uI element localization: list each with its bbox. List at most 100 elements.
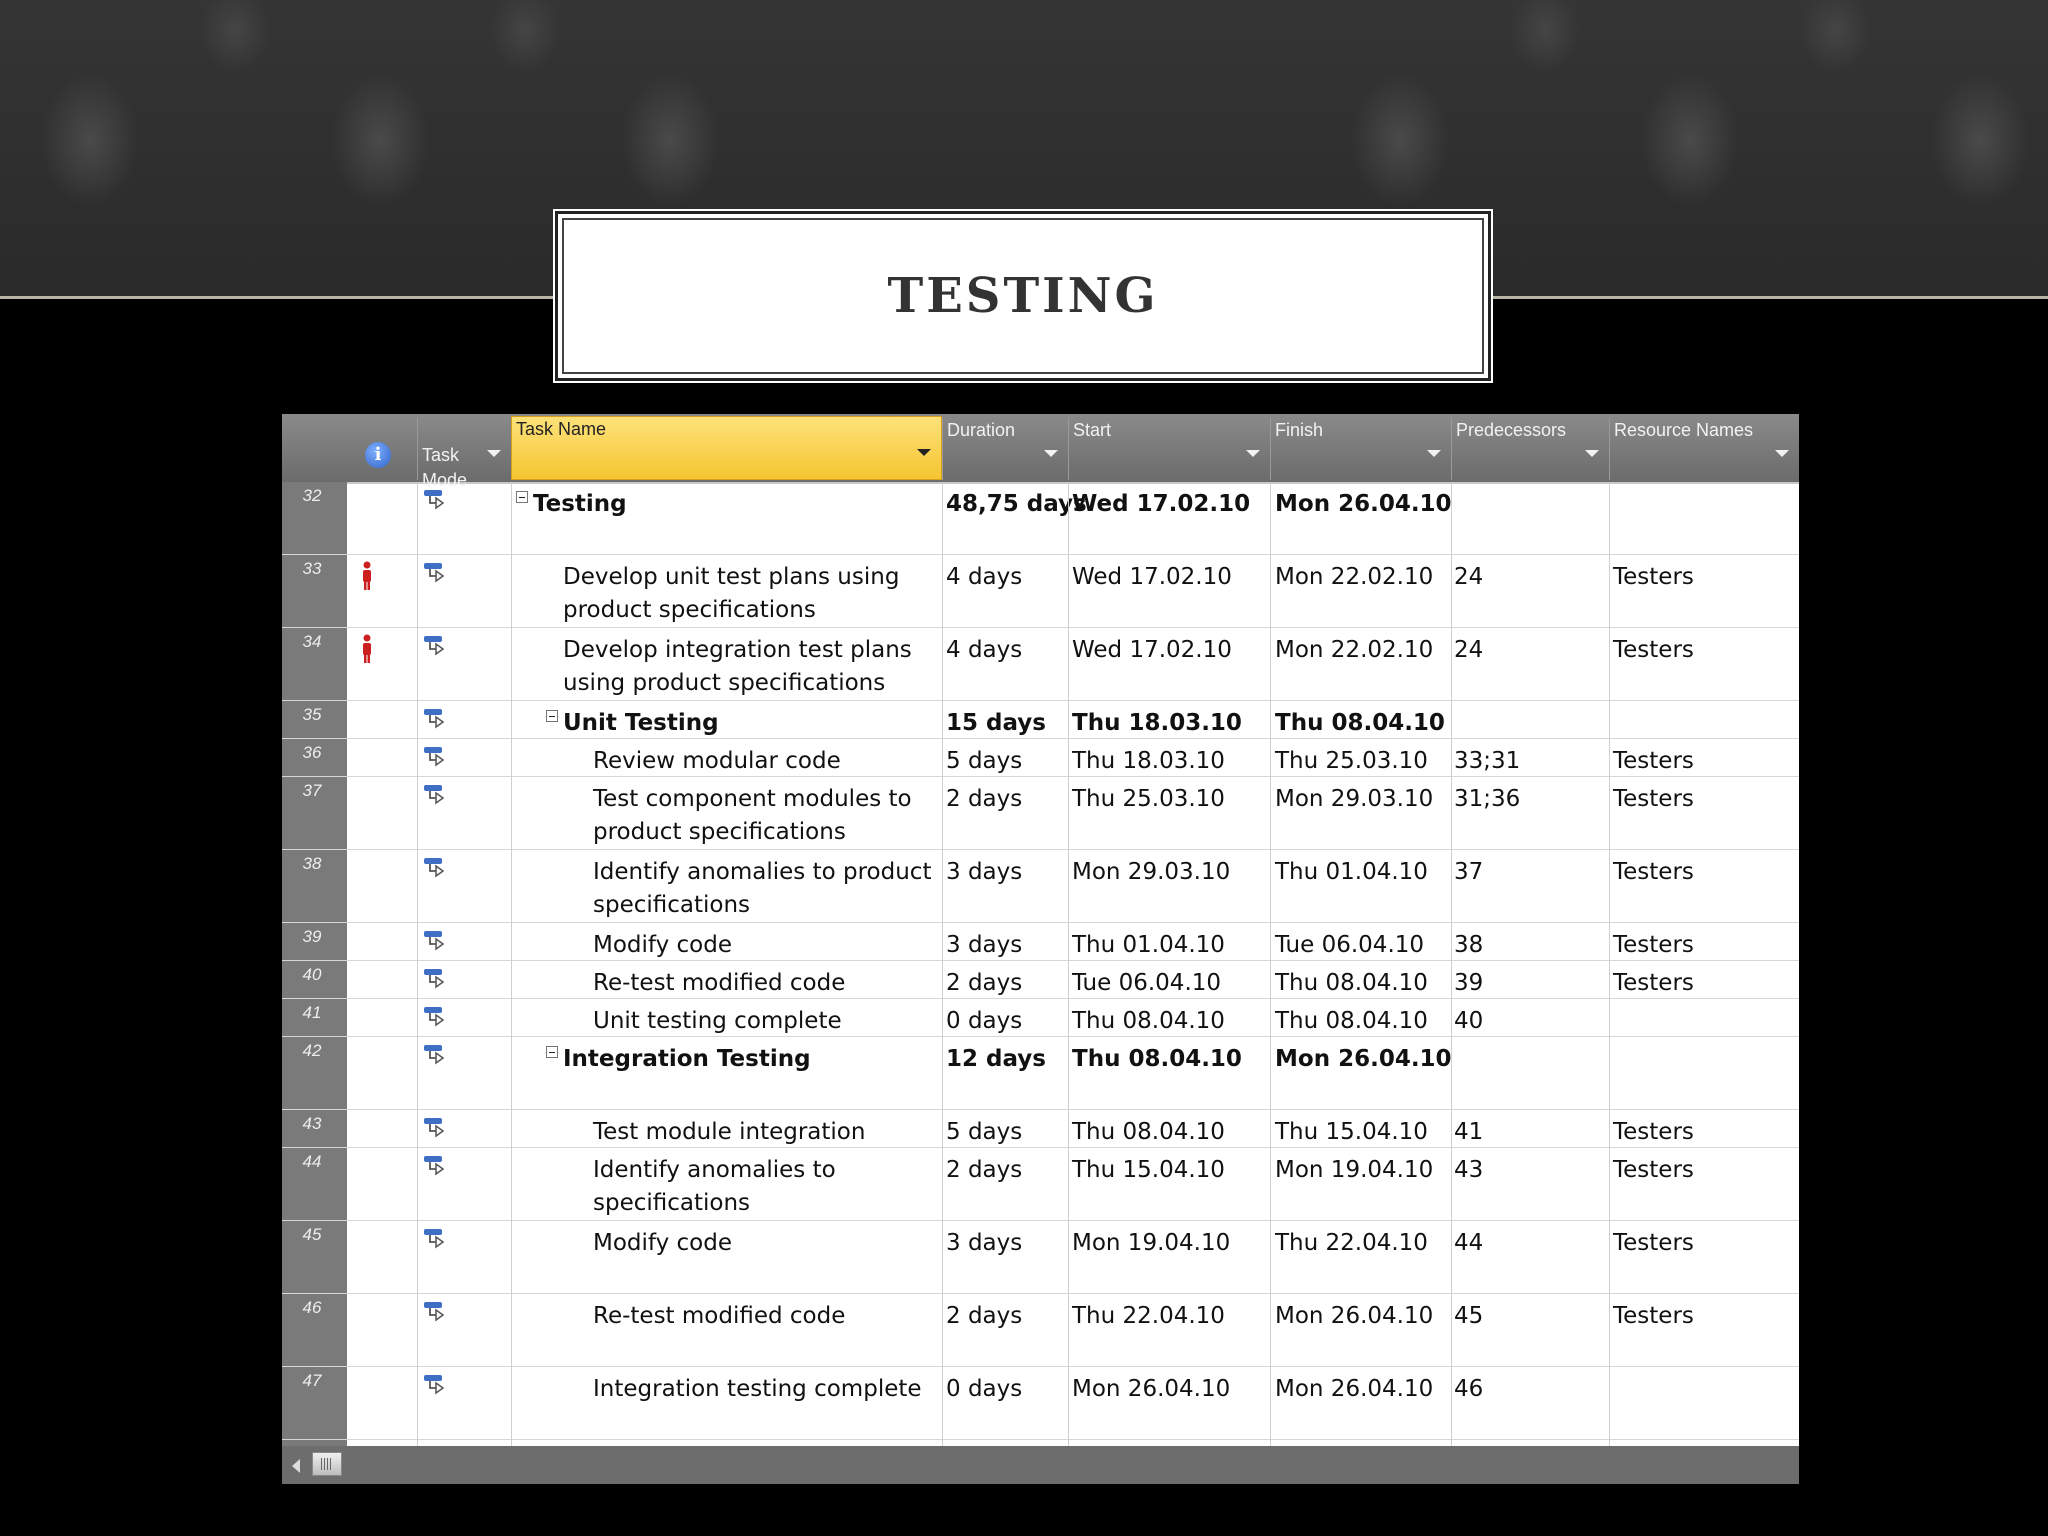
table-row[interactable]: 43 Test module integration 5 days Thu 08.04… bbox=[282, 1110, 1799, 1148]
auto-scheduled-task-icon bbox=[424, 785, 445, 805]
task-name: Identify anomalies to product specificat… bbox=[593, 859, 932, 918]
row-number[interactable]: 47 bbox=[282, 1371, 342, 1391]
table-row[interactable]: 32 Testing 48,75 days Wed 17.02.10 Mon 26.04… bbox=[282, 482, 1799, 555]
row-number[interactable]: 40 bbox=[282, 965, 342, 985]
row-number[interactable]: 38 bbox=[282, 854, 342, 874]
task-finish: Mon 26.04.10 bbox=[1275, 491, 1452, 517]
task-duration: 5 days bbox=[946, 1119, 1023, 1145]
task-name: Develop unit test plans using product sp… bbox=[563, 564, 900, 623]
task-finish: Thu 08.04.10 bbox=[1275, 1008, 1428, 1034]
dropdown-arrow-icon[interactable] bbox=[1427, 450, 1441, 457]
table-row[interactable]: 41 Unit testing complete 0 days Thu 08.04.1… bbox=[282, 999, 1799, 1037]
dropdown-arrow-icon[interactable] bbox=[1246, 450, 1260, 457]
table-row[interactable]: 38 Identify anomalies to product specific… bbox=[282, 850, 1799, 923]
task-predecessors: 39 bbox=[1454, 970, 1484, 996]
person-indicator-icon[interactable] bbox=[360, 561, 374, 591]
task-start: Wed 17.02.10 bbox=[1072, 491, 1251, 517]
table-row[interactable]: 45 Modify code 3 days Mon 19.04.10 Thu 22.04… bbox=[282, 1221, 1799, 1294]
table-header: i Task Mode Task Name Duration Start Fin… bbox=[282, 414, 1799, 490]
dropdown-arrow-icon[interactable] bbox=[917, 449, 931, 456]
row-number[interactable]: 43 bbox=[282, 1114, 342, 1134]
row-number[interactable]: 34 bbox=[282, 632, 342, 652]
table-row[interactable]: 47 Integration testing complete 0 days Mon … bbox=[282, 1367, 1799, 1440]
table-row[interactable]: 33 Develop unit test plans using product … bbox=[282, 555, 1799, 628]
task-name: Test component modules to product specif… bbox=[593, 786, 912, 845]
task-start: Thu 18.03.10 bbox=[1072, 748, 1225, 774]
dropdown-arrow-icon[interactable] bbox=[1044, 450, 1058, 457]
task-duration: 0 days bbox=[946, 1008, 1023, 1034]
task-name: Integration Testing bbox=[563, 1046, 811, 1072]
task-duration: 3 days bbox=[946, 932, 1023, 958]
person-indicator-icon[interactable] bbox=[360, 634, 374, 664]
table-row[interactable]: 39 Modify code 3 days Thu 01.04.10 Tue 06.04… bbox=[282, 923, 1799, 961]
task-finish: Thu 22.04.10 bbox=[1275, 1230, 1428, 1256]
task-finish: Mon 26.04.10 bbox=[1275, 1376, 1434, 1402]
dropdown-arrow-icon[interactable] bbox=[1775, 450, 1789, 457]
task-finish: Mon 22.02.10 bbox=[1275, 637, 1434, 663]
task-name: Re-test modified code bbox=[593, 970, 846, 996]
auto-scheduled-task-icon bbox=[424, 1229, 445, 1249]
task-resources: Testers bbox=[1613, 786, 1694, 812]
table-row[interactable]: 44 Identify anomalies to specifications 2 … bbox=[282, 1148, 1799, 1221]
row-number[interactable]: 41 bbox=[282, 1003, 342, 1023]
table-row[interactable]: 42 Integration Testing 12 days Thu 08.04.10… bbox=[282, 1037, 1799, 1110]
row-number[interactable]: 32 bbox=[282, 486, 342, 506]
info-icon: i bbox=[365, 442, 391, 468]
task-resources: Testers bbox=[1613, 970, 1694, 996]
row-number[interactable]: 36 bbox=[282, 743, 342, 763]
slide-title: TESTING bbox=[887, 268, 1159, 324]
collapse-minus-icon[interactable] bbox=[546, 710, 558, 722]
dropdown-arrow-icon[interactable] bbox=[487, 450, 501, 457]
column-header-label: Finish bbox=[1275, 420, 1324, 440]
table-row[interactable]: 35 Unit Testing 15 days Thu 18.03.10 Thu 08.… bbox=[282, 701, 1799, 739]
row-number[interactable]: 46 bbox=[282, 1298, 342, 1318]
task-finish: Mon 26.04.10 bbox=[1275, 1046, 1452, 1072]
row-number[interactable]: 37 bbox=[282, 781, 342, 801]
row-number[interactable]: 42 bbox=[282, 1041, 342, 1061]
auto-scheduled-task-icon bbox=[424, 636, 445, 656]
collapse-minus-icon[interactable] bbox=[546, 1046, 558, 1058]
row-number[interactable]: 39 bbox=[282, 927, 342, 947]
table-row[interactable]: 40 Re-test modified code 2 days Tue 06.04.1… bbox=[282, 961, 1799, 999]
table-row[interactable]: 37 Test component modules to product spec… bbox=[282, 777, 1799, 850]
task-name: Modify code bbox=[593, 1230, 732, 1256]
gantt-table: i Task Mode Task Name Duration Start Fin… bbox=[282, 414, 1799, 1484]
table-row[interactable]: 46 Re-test modified code 2 days Thu 22.04.1… bbox=[282, 1294, 1799, 1367]
task-duration: 2 days bbox=[946, 1157, 1023, 1183]
table-row[interactable]: 34 Develop integration test plans using p… bbox=[282, 628, 1799, 701]
row-number[interactable]: 44 bbox=[282, 1152, 342, 1172]
task-finish: Tue 06.04.10 bbox=[1275, 932, 1425, 958]
column-header-finish[interactable]: Finish bbox=[1270, 418, 1451, 480]
column-header-start[interactable]: Start bbox=[1068, 418, 1270, 480]
auto-scheduled-task-icon bbox=[424, 1375, 445, 1395]
scroll-left-arrow-icon[interactable] bbox=[292, 1459, 300, 1473]
task-resources: Testers bbox=[1613, 1157, 1694, 1183]
row-number[interactable]: 35 bbox=[282, 705, 342, 725]
column-header-resource-names[interactable]: Resource Names bbox=[1609, 418, 1799, 480]
row-number[interactable]: 45 bbox=[282, 1225, 342, 1245]
task-predecessors: 41 bbox=[1454, 1119, 1484, 1145]
dropdown-arrow-icon[interactable] bbox=[1585, 450, 1599, 457]
row-number[interactable]: 33 bbox=[282, 559, 342, 579]
task-finish: Mon 29.03.10 bbox=[1275, 786, 1434, 812]
column-header-task-name[interactable]: Task Name bbox=[511, 416, 942, 480]
horizontal-scrollbar[interactable] bbox=[282, 1446, 1799, 1484]
auto-scheduled-task-icon bbox=[424, 1118, 445, 1138]
column-header-task-mode[interactable]: Task Mode bbox=[417, 418, 511, 490]
scrollbar-thumb[interactable] bbox=[312, 1452, 342, 1476]
task-predecessors: 24 bbox=[1454, 564, 1484, 590]
task-start: Thu 08.04.10 bbox=[1072, 1008, 1225, 1034]
slide-title-box: TESTING bbox=[553, 209, 1493, 383]
column-header-predecessors[interactable]: Predecessors bbox=[1451, 418, 1609, 480]
column-divider bbox=[511, 482, 512, 1484]
task-start: Thu 22.04.10 bbox=[1072, 1303, 1225, 1329]
task-duration: 12 days bbox=[946, 1046, 1046, 1072]
task-predecessors: 31;36 bbox=[1454, 786, 1521, 812]
column-header-indicators[interactable]: i bbox=[347, 418, 417, 480]
column-header-duration[interactable]: Duration bbox=[942, 418, 1068, 480]
task-name: Identify anomalies to specifications bbox=[593, 1157, 836, 1216]
table-row[interactable]: 36 Review modular code 5 days Thu 18.03.10 T… bbox=[282, 739, 1799, 777]
task-predecessors: 33;31 bbox=[1454, 748, 1521, 774]
collapse-minus-icon[interactable] bbox=[516, 491, 528, 503]
task-predecessors: 38 bbox=[1454, 932, 1484, 958]
